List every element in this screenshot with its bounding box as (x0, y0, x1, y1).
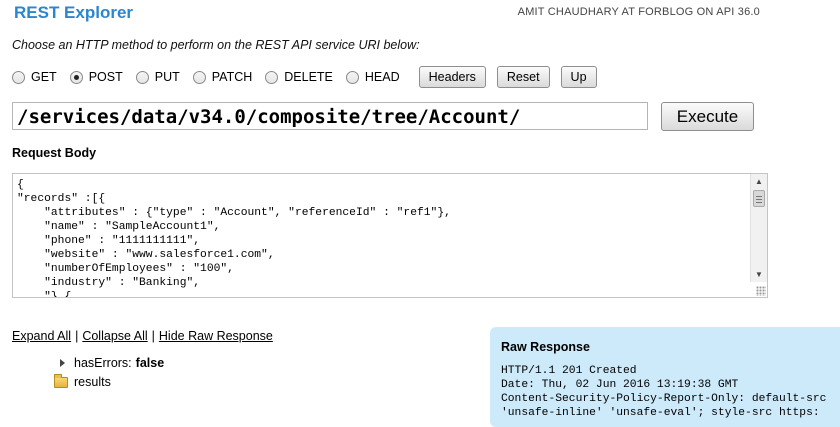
radio-put[interactable] (135, 70, 149, 84)
tree-node-results[interactable]: results (54, 373, 111, 389)
hide-raw-response-link[interactable]: Hide Raw Response (159, 329, 273, 343)
radio-delete[interactable] (265, 70, 279, 84)
request-body-label: Request Body (12, 146, 97, 160)
link-separator: | (75, 329, 79, 343)
has-errors-value: false (135, 356, 165, 370)
radio-post[interactable] (69, 70, 83, 84)
up-button[interactable]: Up (560, 66, 597, 88)
method-label-get: GET (31, 70, 57, 84)
raw-response-title: Raw Response (501, 340, 590, 354)
scrollbar-thumb[interactable] (753, 190, 765, 207)
headers-button[interactable]: Headers (418, 66, 486, 88)
instructions-text: Choose an HTTP method to perform on the … (12, 38, 420, 52)
method-option-patch[interactable]: PATCH (192, 70, 253, 84)
service-uri-input[interactable]: /services/data/v34.0/composite/tree/Acco… (12, 102, 648, 130)
tree-node-has-errors: hasErrors: false (54, 356, 164, 370)
method-option-get[interactable]: GET (12, 70, 57, 84)
scroll-up-arrow-icon[interactable]: ▲ (751, 174, 767, 189)
user-info: AMIT CHAUDHARY AT FORBLOG ON API 36.0 (517, 6, 760, 18)
radio-get[interactable] (12, 70, 25, 84)
method-label-head: HEAD (364, 70, 400, 84)
collapse-all-link[interactable]: Collapse All (82, 329, 147, 343)
method-option-put[interactable]: PUT (135, 70, 180, 84)
tree-controls: Expand All | Collapse All | Hide Raw Respons… (12, 329, 273, 343)
method-label-post: POST (88, 70, 123, 84)
resize-grip-icon[interactable] (756, 286, 766, 296)
link-separator: | (151, 329, 155, 343)
method-option-post[interactable]: POST (69, 70, 123, 84)
folder-icon[interactable] (54, 373, 68, 388)
reset-button[interactable]: Reset (496, 66, 550, 88)
expand-all-link[interactable]: Expand All (12, 329, 71, 343)
radio-head[interactable] (345, 70, 359, 84)
request-body-text[interactable]: { "records" :[{ "attributes" : {"type" :… (13, 174, 767, 297)
request-body-textarea[interactable]: { "records" :[{ "attributes" : {"type" :… (12, 173, 768, 298)
has-errors-key: hasErrors: (74, 356, 132, 370)
results-label[interactable]: results (74, 375, 111, 389)
method-option-head[interactable]: HEAD (345, 70, 400, 84)
raw-response-panel: Raw Response HTTP/1.1 201 Created Date: … (490, 327, 840, 427)
method-label-patch: PATCH (211, 70, 253, 84)
radio-patch[interactable] (192, 70, 206, 84)
execute-button[interactable]: Execute (661, 102, 754, 131)
method-label-put: PUT (154, 70, 180, 84)
request-body-scrollbar[interactable]: ▲ ▼ (750, 174, 767, 282)
app-title: REST Explorer (14, 3, 134, 22)
tree-leaf-arrow-icon (58, 358, 68, 368)
method-option-delete[interactable]: DELETE (265, 70, 333, 84)
http-method-selector: GET POST PUT PATCH DELETE HEAD Headers R… (12, 66, 608, 88)
scroll-down-arrow-icon[interactable]: ▼ (751, 267, 767, 282)
method-label-delete: DELETE (284, 70, 333, 84)
raw-response-text: HTTP/1.1 201 Created Date: Thu, 02 Jun 2… (501, 365, 827, 419)
